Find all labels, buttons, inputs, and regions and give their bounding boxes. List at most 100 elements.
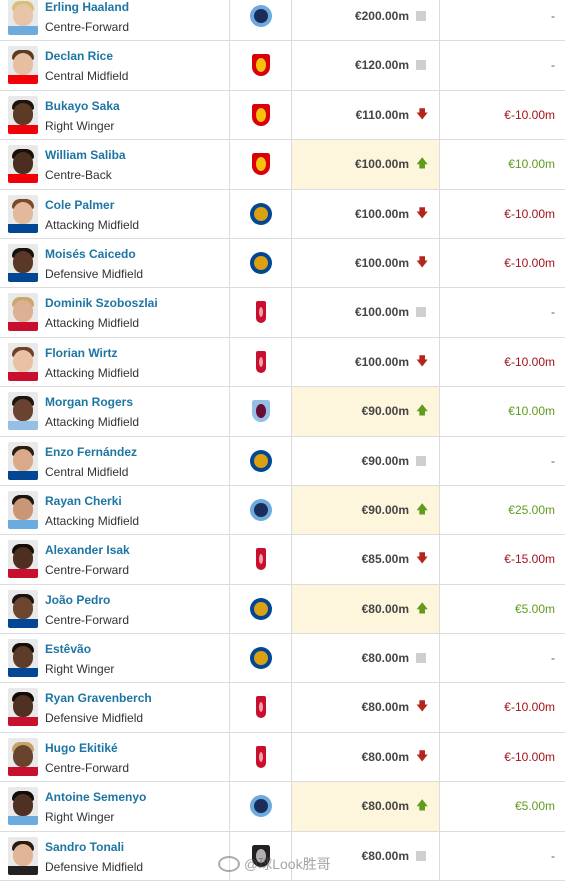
player-cell: Hugo Ekitiké Centre-Forward xyxy=(0,732,230,782)
arrow-down-icon: 🡇 xyxy=(416,699,429,714)
player-name-link[interactable]: Hugo Ekitiké xyxy=(45,741,118,755)
liverpool-crest-icon[interactable] xyxy=(256,350,266,373)
market-value-cell: €100.00m 🡇 xyxy=(292,238,440,288)
arrow-down-icon: 🡇 xyxy=(416,205,429,220)
value-change: €10.00m xyxy=(508,404,555,419)
player-name-link[interactable]: Sandro Tonali xyxy=(45,840,124,854)
player-photo[interactable] xyxy=(8,836,38,875)
player-name-link[interactable]: Declan Rice xyxy=(45,49,113,63)
player-position: Centre-Forward xyxy=(45,612,130,627)
value-change-cell: €10.00m xyxy=(440,140,565,188)
man-city-crest-icon[interactable] xyxy=(250,498,272,521)
table-row: Ryan Gravenberch Defensive Midfield €80.… xyxy=(0,683,565,733)
value-change: €10.00m xyxy=(508,157,555,172)
table-row: William Saliba Centre-Back €100.00m 🡅 €1… xyxy=(0,140,565,190)
player-photo[interactable] xyxy=(8,0,38,35)
player-photo[interactable] xyxy=(8,441,38,480)
club-cell xyxy=(230,535,292,584)
value-change: €-10.00m xyxy=(504,700,555,715)
player-photo[interactable] xyxy=(8,243,38,282)
table-row: Dominik Szoboszlai Attacking Midfield €1… xyxy=(0,288,565,338)
chelsea-crest-icon[interactable] xyxy=(250,597,272,620)
arsenal-crest-icon[interactable] xyxy=(252,54,270,77)
value-change-cell: €-10.00m xyxy=(440,683,565,731)
man-city-crest-icon[interactable] xyxy=(250,795,272,818)
liverpool-crest-icon[interactable] xyxy=(256,301,266,324)
player-name-link[interactable]: Enzo Fernández xyxy=(45,445,137,459)
player-photo[interactable] xyxy=(8,46,38,85)
player-name-link[interactable]: Moisés Caicedo xyxy=(45,247,136,261)
value-change: - xyxy=(551,9,555,23)
liverpool-crest-icon[interactable] xyxy=(256,745,266,768)
table-row: Bukayo Saka Right Winger €110.00m 🡇 €-10… xyxy=(0,90,565,141)
chelsea-crest-icon[interactable] xyxy=(250,449,272,472)
market-value: €90.00m xyxy=(361,502,409,517)
market-value: €80.00m xyxy=(361,700,409,715)
player-photo[interactable] xyxy=(8,145,38,184)
club-cell xyxy=(230,41,292,90)
value-change-cell: - xyxy=(440,832,565,880)
man-city-crest-icon[interactable] xyxy=(250,5,272,27)
player-name-link[interactable]: Dominik Szoboszlai xyxy=(45,296,158,310)
market-value: €80.00m xyxy=(361,651,409,666)
player-cell: João Pedro Centre-Forward xyxy=(0,584,230,634)
chelsea-crest-icon[interactable] xyxy=(250,251,272,274)
player-photo[interactable] xyxy=(8,293,38,332)
market-value-cell: €200.00m xyxy=(292,0,440,41)
arsenal-crest-icon[interactable] xyxy=(252,153,270,176)
player-photo[interactable] xyxy=(8,737,38,776)
value-change-cell: €5.00m xyxy=(440,585,565,633)
chelsea-crest-icon[interactable] xyxy=(250,647,272,670)
chelsea-crest-icon[interactable] xyxy=(250,202,272,225)
player-name-link[interactable]: Cole Palmer xyxy=(45,198,114,212)
value-change-cell: €-15.00m xyxy=(440,535,565,583)
player-photo[interactable] xyxy=(8,540,38,579)
arrow-down-icon: 🡇 xyxy=(416,748,429,763)
player-name-link[interactable]: Bukayo Saka xyxy=(45,99,120,113)
player-photo[interactable] xyxy=(8,639,38,678)
table-row: Alexander Isak Centre-Forward €85.00m 🡇 … xyxy=(0,535,565,585)
player-name-link[interactable]: Erling Haaland xyxy=(45,0,129,14)
player-name-link[interactable]: Estêvão xyxy=(45,642,91,656)
player-position: Attacking Midfield xyxy=(45,365,140,380)
market-value: €120.00m xyxy=(354,58,409,73)
player-name-link[interactable]: Rayan Cherki xyxy=(45,494,122,508)
player-photo[interactable] xyxy=(8,589,38,628)
arrow-up-icon: 🡅 xyxy=(416,600,429,615)
aston-villa-crest-icon[interactable] xyxy=(252,400,270,423)
player-photo[interactable] xyxy=(8,787,38,826)
player-photo[interactable] xyxy=(8,688,38,727)
market-value-cell: €110.00m 🡇 xyxy=(292,90,440,140)
player-photo[interactable] xyxy=(8,95,38,134)
player-name-link[interactable]: Ryan Gravenberch xyxy=(45,691,152,705)
player-name-link[interactable]: William Saliba xyxy=(45,148,126,162)
player-name-link[interactable]: Alexander Isak xyxy=(45,543,130,557)
value-change: €25.00m xyxy=(508,502,555,517)
player-name-link[interactable]: Antoine Semenyo xyxy=(45,790,146,804)
player-name-link[interactable]: Florian Wirtz xyxy=(45,346,118,360)
table-row: Antoine Semenyo Right Winger €80.00m 🡅 €… xyxy=(0,782,565,832)
value-change-cell: €10.00m xyxy=(440,387,565,435)
market-value-cell: €100.00m xyxy=(292,288,440,337)
liverpool-crest-icon[interactable] xyxy=(256,548,266,571)
table-row: Declan Rice Central Midfield €120.00m - xyxy=(0,41,565,91)
player-position: Right Winger xyxy=(45,118,115,133)
player-name-link[interactable]: Morgan Rogers xyxy=(45,395,133,409)
market-value-cell: €80.00m 🡇 xyxy=(292,683,440,732)
market-value: €100.00m xyxy=(354,255,409,270)
table-row: Hugo Ekitiké Centre-Forward €80.00m 🡇 €-… xyxy=(0,732,565,783)
arsenal-crest-icon[interactable] xyxy=(252,103,270,126)
value-change: €5.00m xyxy=(514,799,555,814)
player-photo[interactable] xyxy=(8,194,38,233)
value-change-cell: €-10.00m xyxy=(440,338,565,386)
liverpool-crest-icon[interactable] xyxy=(256,696,266,719)
player-photo[interactable] xyxy=(8,392,38,431)
no-change-icon xyxy=(416,11,426,21)
player-photo[interactable] xyxy=(8,490,38,529)
table-row: Morgan Rogers Attacking Midfield €90.00m… xyxy=(0,387,565,437)
player-cell: Cole Palmer Attacking Midfield xyxy=(0,189,230,238)
market-value-cell: €100.00m 🡅 xyxy=(292,140,440,189)
player-photo[interactable] xyxy=(8,342,38,381)
club-cell xyxy=(230,634,292,683)
player-name-link[interactable]: João Pedro xyxy=(45,593,110,607)
